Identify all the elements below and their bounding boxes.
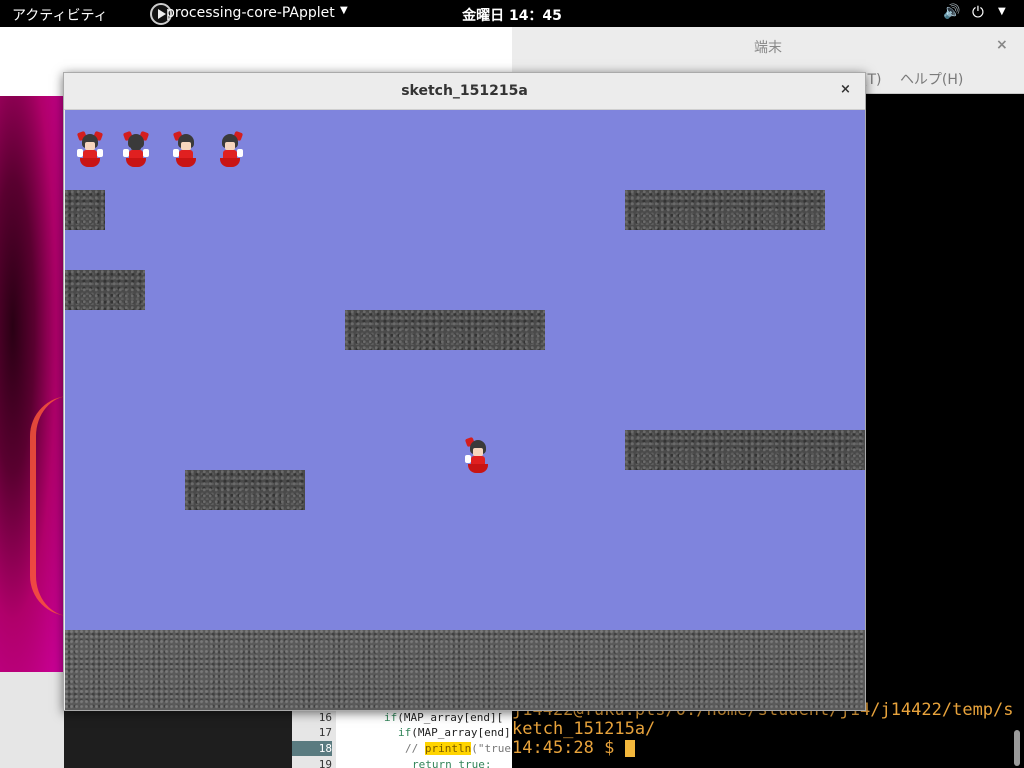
terminal-scrollbar[interactable] — [1014, 730, 1020, 766]
life-icon — [171, 130, 201, 168]
background-image — [0, 96, 64, 672]
platform — [185, 470, 305, 510]
code-text: (MAP_array[end] — [411, 726, 511, 739]
terminal-line: ketch_151215a/ — [512, 719, 656, 739]
code-editor[interactable]: 16 17 18 19 if(MAP_array[end][ if(MAP_ar… — [292, 708, 512, 768]
code-line: if(MAP_array[end][ — [384, 710, 503, 725]
code-line: return true; — [412, 758, 492, 768]
code-comment: // — [405, 742, 425, 755]
top-bar: アクティビティ processing-core-PApplet ▼ 金曜日 14… — [0, 0, 1024, 27]
sketch-titlebar[interactable]: sketch_151215a × — [64, 73, 865, 110]
code-line: // println("true — [405, 741, 511, 756]
terminal-title: 端末 — [754, 40, 782, 56]
power-icon[interactable]: ⏻ — [972, 3, 984, 21]
code-keyword: if — [398, 726, 412, 739]
ground — [65, 630, 865, 710]
life-icon — [121, 130, 151, 168]
system-menu-caret-icon[interactable]: ▼ — [998, 6, 1006, 17]
terminal-cursor — [624, 739, 635, 757]
code-text: ("true — [471, 742, 511, 755]
player-character — [463, 436, 493, 474]
platform — [625, 430, 865, 470]
platform — [65, 270, 145, 310]
menu-item-help[interactable]: ヘルプ(H) — [900, 72, 963, 88]
game-canvas[interactable] — [65, 110, 865, 710]
code-keyword: if — [384, 711, 398, 724]
close-icon[interactable]: × — [840, 82, 851, 97]
code-text: (MAP_array[end][ — [397, 711, 504, 724]
close-icon[interactable]: × — [996, 37, 1008, 53]
sketch-title: sketch_151215a — [401, 83, 528, 99]
code-highlight: println — [424, 742, 472, 755]
background-window-bottom — [0, 672, 64, 768]
volume-icon[interactable]: 🔊 — [943, 4, 960, 20]
life-icon — [75, 130, 105, 168]
life-icon — [215, 130, 245, 168]
terminal-prompt: 14:45:28 $ — [512, 738, 625, 758]
platform — [625, 190, 825, 230]
terminal-menubar: (T) ヘルプ(H) — [862, 69, 977, 89]
line-number-active: 18 — [292, 741, 332, 756]
line-number: 16 — [318, 711, 332, 724]
platform — [345, 310, 545, 350]
line-number: 17 — [318, 726, 332, 739]
platform — [65, 190, 105, 230]
line-number: 19 — [318, 758, 332, 768]
line-number-gutter: 16 17 18 19 — [292, 708, 336, 768]
clock[interactable]: 金曜日 14：45 — [0, 5, 1024, 25]
sketch-window[interactable]: sketch_151215a × — [63, 72, 866, 711]
code-line: if(MAP_array[end] — [398, 725, 511, 740]
